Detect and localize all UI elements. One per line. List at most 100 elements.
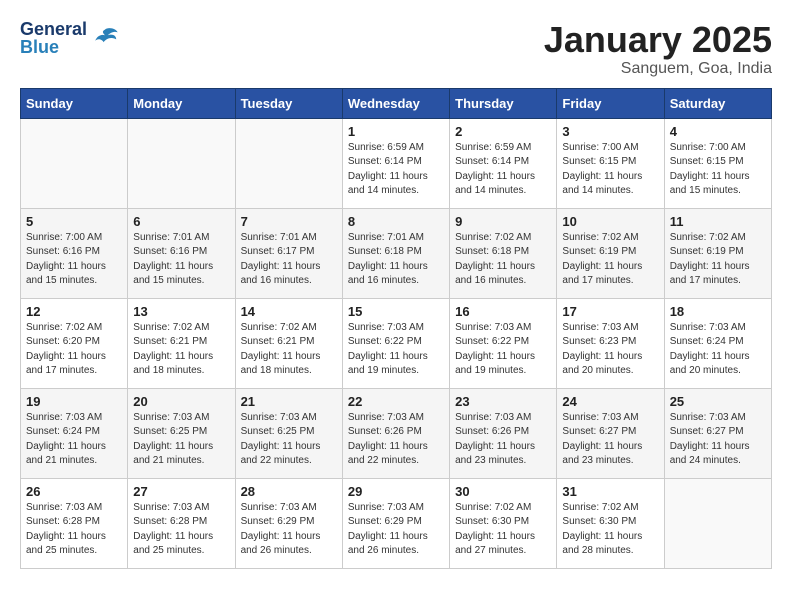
day-number: 2 [455,124,551,139]
day-number: 18 [670,304,766,319]
calendar-cell: 15 Sunrise: 7:03 AM Sunset: 6:22 PM Dayli… [342,298,449,388]
day-of-week-header: Thursday [450,88,557,118]
day-number: 9 [455,214,551,229]
calendar-cell: 19Sunrise: 7:03 AM Sunset: 6:24 PM Dayli… [21,388,128,478]
calendar-cell: 22 Sunrise: 7:03 AM Sunset: 6:26 PM Dayli… [342,388,449,478]
day-number: 16 [455,304,551,319]
location-subtitle: Sanguem, Goa, India [544,60,772,78]
calendar-cell: 28 Sunrise: 7:03 AM Sunset: 6:29 PM Dayli… [235,478,342,568]
logo: General Blue [20,20,119,56]
calendar-cell: 1Sunrise: 6:59 AM Sunset: 6:14 PM Daylig… [342,118,449,208]
calendar-cell: 29Sunrise: 7:03 AM Sunset: 6:29 PM Dayli… [342,478,449,568]
logo-bird-icon [91,24,119,52]
logo-general-text: General [20,20,87,38]
day-info: Sunrise: 7:01 AM Sunset: 6:17 PM Dayligh… [241,231,337,289]
day-info: Sunrise: 7:02 AM Sunset: 6:21 PM Dayligh… [133,321,229,379]
day-number: 11 [670,214,766,229]
calendar-cell: 10 Sunrise: 7:02 AM Sunset: 6:19 PM Dayli… [557,208,664,298]
day-info: Sunrise: 7:02 AM Sunset: 6:19 PM Dayligh… [562,231,658,289]
calendar-cell: 4 Sunrise: 7:00 AM Sunset: 6:15 PM Daylig… [664,118,771,208]
calendar-cell: 24 Sunrise: 7:03 AM Sunset: 6:27 PM Dayli… [557,388,664,478]
calendar-cell [21,118,128,208]
day-number: 4 [670,124,766,139]
day-of-week-header: Sunday [21,88,128,118]
calendar-cell: 3 Sunrise: 7:00 AM Sunset: 6:15 PM Daylig… [557,118,664,208]
calendar-cell: 16 Sunrise: 7:03 AM Sunset: 6:22 PM Dayli… [450,298,557,388]
calendar-cell: 20 Sunrise: 7:03 AM Sunset: 6:25 PM Dayli… [128,388,235,478]
calendar-cell: 21 Sunrise: 7:03 AM Sunset: 6:25 PM Dayli… [235,388,342,478]
day-info: Sunrise: 7:03 AM Sunset: 6:25 PM Dayligh… [133,411,229,469]
calendar-cell: 12 Sunrise: 7:02 AM Sunset: 6:20 PM Dayli… [21,298,128,388]
calendar-cell: 9 Sunrise: 7:02 AM Sunset: 6:18 PM Daylig… [450,208,557,298]
day-info: Sunrise: 7:03 AM Sunset: 6:23 PM Dayligh… [562,321,658,379]
day-info: Sunrise: 7:00 AM Sunset: 6:15 PM Dayligh… [670,141,766,199]
day-info: Sunrise: 7:03 AM Sunset: 6:28 PM Dayligh… [133,501,229,559]
calendar-cell [128,118,235,208]
day-number: 27 [133,484,229,499]
day-number: 12 [26,304,122,319]
day-number: 13 [133,304,229,319]
day-number: 3 [562,124,658,139]
day-number: 25 [670,394,766,409]
day-number: 19 [26,394,122,409]
day-info: Sunrise: 6:59 AM Sunset: 6:14 PM Dayligh… [348,141,444,199]
title-block: January 2025 Sanguem, Goa, India [544,20,772,78]
calendar-cell: 13 Sunrise: 7:02 AM Sunset: 6:21 PM Dayli… [128,298,235,388]
day-number: 10 [562,214,658,229]
day-info: Sunrise: 7:03 AM Sunset: 6:27 PM Dayligh… [562,411,658,469]
day-info: Sunrise: 7:01 AM Sunset: 6:18 PM Dayligh… [348,231,444,289]
day-number: 14 [241,304,337,319]
calendar-cell: 30 Sunrise: 7:02 AM Sunset: 6:30 PM Dayli… [450,478,557,568]
calendar-cell: 2 Sunrise: 6:59 AM Sunset: 6:14 PM Daylig… [450,118,557,208]
day-number: 7 [241,214,337,229]
day-number: 29 [348,484,444,499]
day-info: Sunrise: 7:03 AM Sunset: 6:28 PM Dayligh… [26,501,122,559]
calendar-cell [664,478,771,568]
day-info: Sunrise: 7:03 AM Sunset: 6:26 PM Dayligh… [455,411,551,469]
day-info: Sunrise: 7:03 AM Sunset: 6:25 PM Dayligh… [241,411,337,469]
day-info: Sunrise: 7:02 AM Sunset: 6:30 PM Dayligh… [455,501,551,559]
logo-blue-text: Blue [20,38,87,56]
calendar-cell: 7 Sunrise: 7:01 AM Sunset: 6:17 PM Daylig… [235,208,342,298]
day-info: Sunrise: 7:02 AM Sunset: 6:18 PM Dayligh… [455,231,551,289]
day-number: 22 [348,394,444,409]
calendar-header: SundayMondayTuesdayWednesdayThursdayFrid… [21,88,772,118]
day-info: Sunrise: 7:02 AM Sunset: 6:21 PM Dayligh… [241,321,337,379]
day-info: Sunrise: 7:03 AM Sunset: 6:22 PM Dayligh… [455,321,551,379]
calendar-cell: 5 Sunrise: 7:00 AM Sunset: 6:16 PM Daylig… [21,208,128,298]
calendar-cell: 23 Sunrise: 7:03 AM Sunset: 6:26 PM Dayli… [450,388,557,478]
day-info: Sunrise: 6:59 AM Sunset: 6:14 PM Dayligh… [455,141,551,199]
day-number: 8 [348,214,444,229]
month-title: January 2025 [544,20,772,60]
day-info: Sunrise: 7:03 AM Sunset: 6:29 PM Dayligh… [241,501,337,559]
calendar-cell: 14 Sunrise: 7:02 AM Sunset: 6:21 PM Dayli… [235,298,342,388]
calendar-cell: 26 Sunrise: 7:03 AM Sunset: 6:28 PM Dayli… [21,478,128,568]
day-number: 17 [562,304,658,319]
day-info: Sunrise: 7:02 AM Sunset: 6:30 PM Dayligh… [562,501,658,559]
day-number: 24 [562,394,658,409]
day-number: 21 [241,394,337,409]
calendar-cell: 17 Sunrise: 7:03 AM Sunset: 6:23 PM Dayli… [557,298,664,388]
day-info: Sunrise: 7:02 AM Sunset: 6:20 PM Dayligh… [26,321,122,379]
day-number: 28 [241,484,337,499]
day-number: 6 [133,214,229,229]
day-info: Sunrise: 7:00 AM Sunset: 6:15 PM Dayligh… [562,141,658,199]
day-info: Sunrise: 7:03 AM Sunset: 6:22 PM Dayligh… [348,321,444,379]
day-info: Sunrise: 7:03 AM Sunset: 6:27 PM Dayligh… [670,411,766,469]
day-number: 20 [133,394,229,409]
calendar-body: 1Sunrise: 6:59 AM Sunset: 6:14 PM Daylig… [21,118,772,568]
day-info: Sunrise: 7:00 AM Sunset: 6:16 PM Dayligh… [26,231,122,289]
day-number: 5 [26,214,122,229]
calendar-cell: 6 Sunrise: 7:01 AM Sunset: 6:16 PM Daylig… [128,208,235,298]
calendar-cell: 27 Sunrise: 7:03 AM Sunset: 6:28 PM Dayli… [128,478,235,568]
day-info: Sunrise: 7:03 AM Sunset: 6:26 PM Dayligh… [348,411,444,469]
calendar-cell [235,118,342,208]
day-number: 26 [26,484,122,499]
day-number: 23 [455,394,551,409]
day-number: 15 [348,304,444,319]
day-info: Sunrise: 7:01 AM Sunset: 6:16 PM Dayligh… [133,231,229,289]
day-number: 31 [562,484,658,499]
calendar-cell: 8 Sunrise: 7:01 AM Sunset: 6:18 PM Daylig… [342,208,449,298]
day-number: 30 [455,484,551,499]
day-info: Sunrise: 7:02 AM Sunset: 6:19 PM Dayligh… [670,231,766,289]
